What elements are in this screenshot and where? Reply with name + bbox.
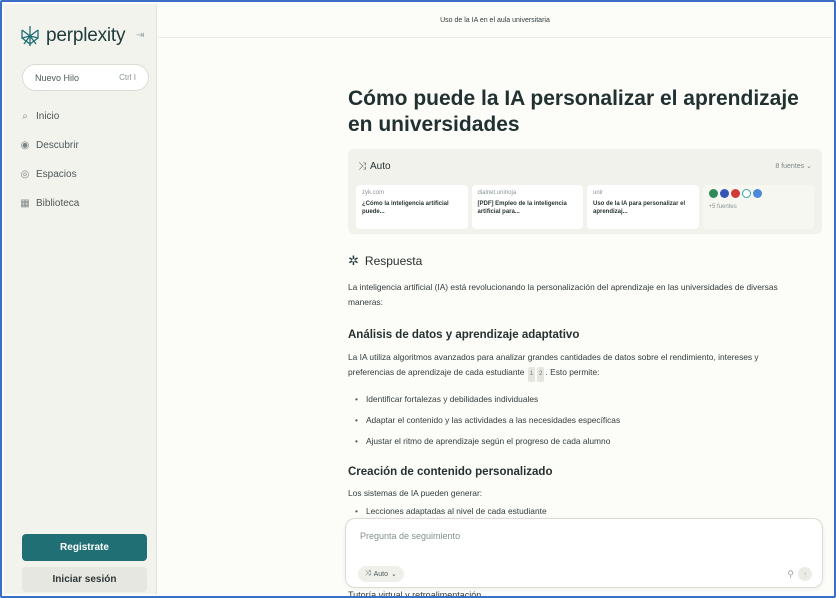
- spaces-icon: ◎: [20, 169, 30, 180]
- sidebar-item-biblioteca[interactable]: ▦ Biblioteca: [18, 189, 148, 218]
- list-item: Ajustar el ritmo de aprendizaje según el…: [355, 430, 795, 451]
- source-domain: zyk.com: [362, 190, 385, 196]
- send-button[interactable]: ↑: [798, 567, 812, 581]
- answer-intro: La inteligencia artificial (IA) está rev…: [348, 282, 778, 307]
- library-icon: ▦: [20, 198, 30, 209]
- register-button[interactable]: Registrate: [22, 534, 147, 561]
- followup-input[interactable]: Pregunta de seguimiento: [360, 531, 460, 541]
- list-item: Lecciones adaptadas al nivel de cada est…: [348, 506, 547, 516]
- section-paragraph: La IA utiliza algoritmos avanzados para …: [348, 350, 800, 382]
- sidebar-item-descubrir[interactable]: ◉ Descubrir: [18, 131, 148, 160]
- chevron-down-icon: ⌄: [391, 571, 397, 578]
- paragraph-text-end: . Esto permite:: [545, 367, 600, 377]
- source-title: Uso de la IA para personalizar el aprend…: [593, 201, 686, 215]
- followup-input-box[interactable]: Pregunta de seguimiento ⤨ Auto ⌄ ⚲ ↑: [345, 518, 823, 588]
- source-list: zyk.com ¿Cómo la inteligencia artificial…: [356, 185, 814, 229]
- source-title: ¿Cómo la inteligencia artificial puede..…: [362, 201, 449, 215]
- login-button[interactable]: Iniciar sesión: [22, 567, 147, 592]
- sidebar-item-label: Descubrir: [36, 140, 79, 151]
- cut-off-text: Tutoría virtual y retroalimentación: [348, 590, 482, 598]
- source-favicons: [708, 189, 809, 198]
- sources-count-label: 8 fuentes: [775, 163, 805, 170]
- page-title: Cómo puede la IA personalizar el aprendi…: [348, 87, 799, 136]
- source-domain: unir: [593, 190, 604, 196]
- paperclip-icon[interactable]: ⚲: [787, 569, 794, 580]
- thread-title: Uso de la IA en el aula universitaria: [440, 17, 550, 24]
- source-title: [PDF] Empleo de la inteligencia artifici…: [477, 201, 567, 215]
- new-thread-label: Nuevo Hilo: [35, 72, 80, 83]
- arrow-up-icon: ↑: [803, 569, 807, 579]
- sidebar-nav: ⌕ Inicio ◉ Descubrir ◎ Espacios ▦ Biblio…: [18, 102, 148, 218]
- main-content: Uso de la IA en el aula universitaria Có…: [158, 4, 832, 596]
- sidebar-item-espacios[interactable]: ◎ Espacios: [18, 160, 148, 189]
- shuffle-icon: ⤨: [365, 570, 371, 577]
- perplexity-answer-icon: ✲: [348, 253, 359, 268]
- source-card[interactable]: zyk.com ¿Cómo la inteligencia artificial…: [356, 185, 468, 229]
- sidebar-item-label: Biblioteca: [36, 198, 80, 209]
- app-window: perplexity ⇥ Nuevo Hilo Ctrl I ⌕ Inicio …: [0, 0, 836, 598]
- favicon-icon: [741, 189, 751, 198]
- citation-badge[interactable]: 1: [527, 367, 536, 382]
- list-item: Adaptar el contenido y las actividades a…: [355, 409, 795, 430]
- section-heading: Análisis de datos y aprendizaje adaptati…: [348, 329, 580, 341]
- favicon-icon: [752, 189, 762, 198]
- list-item: Identificar fortalezas y debilidades ind…: [355, 388, 795, 409]
- section-paragraph: Los sistemas de IA pueden generar:: [348, 488, 483, 498]
- favicon-icon: [719, 189, 729, 198]
- new-thread-button[interactable]: Nuevo Hilo Ctrl I: [22, 64, 149, 91]
- citation-badge[interactable]: 2: [537, 367, 545, 382]
- thread-header: Uso de la IA en el aula universitaria: [158, 4, 832, 38]
- compass-icon: ◉: [20, 140, 30, 151]
- source-card[interactable]: unir Uso de la IA para personalizar el a…: [587, 185, 699, 229]
- favicon-icon: [708, 189, 718, 198]
- sidebar-item-label: Espacios: [36, 169, 77, 180]
- bullet-list: Identificar fortalezas y debilidades ind…: [355, 388, 795, 451]
- mode-selector[interactable]: ⤨ Auto ⌄: [358, 566, 404, 582]
- more-sources-card[interactable]: +5 fuentes: [702, 185, 814, 229]
- sidebar-item-inicio[interactable]: ⌕ Inicio: [18, 102, 148, 131]
- favicon-icon: [730, 189, 740, 198]
- shuffle-icon: ⤨: [358, 160, 366, 172]
- source-card[interactable]: dialnet.unirioja [PDF] Empleo de la inte…: [471, 185, 583, 229]
- perplexity-logo-icon: [21, 26, 39, 46]
- mode-selector-label: Auto: [373, 570, 389, 578]
- sidebar-collapse-icon[interactable]: ⇥: [136, 30, 144, 41]
- source-domain: dialnet.unirioja: [477, 190, 517, 196]
- answer-label: Respuesta: [364, 254, 423, 268]
- sidebar: perplexity ⇥ Nuevo Hilo Ctrl I ⌕ Inicio …: [4, 4, 157, 594]
- answer-header: ✲ Respuesta: [348, 253, 422, 269]
- chevron-down-icon: ⌄: [806, 163, 812, 170]
- sources-panel: ⤨ Auto 8 fuentes ⌄ zyk.com ¿Cómo la inte…: [348, 149, 822, 234]
- sidebar-item-label: Inicio: [36, 111, 60, 122]
- mode-label: Auto: [370, 160, 391, 172]
- new-thread-shortcut: Ctrl I: [119, 73, 136, 82]
- sources-count[interactable]: 8 fuentes ⌄: [775, 162, 812, 170]
- sources-header[interactable]: ⤨ Auto 8 fuentes ⌄: [358, 157, 812, 175]
- brand-name: perplexity: [46, 25, 126, 46]
- section-heading: Creación de contenido personalizado: [348, 466, 553, 478]
- more-sources-label: +5 fuentes: [708, 204, 737, 210]
- search-icon: ⌕: [22, 111, 28, 122]
- logo[interactable]: perplexity: [18, 24, 126, 48]
